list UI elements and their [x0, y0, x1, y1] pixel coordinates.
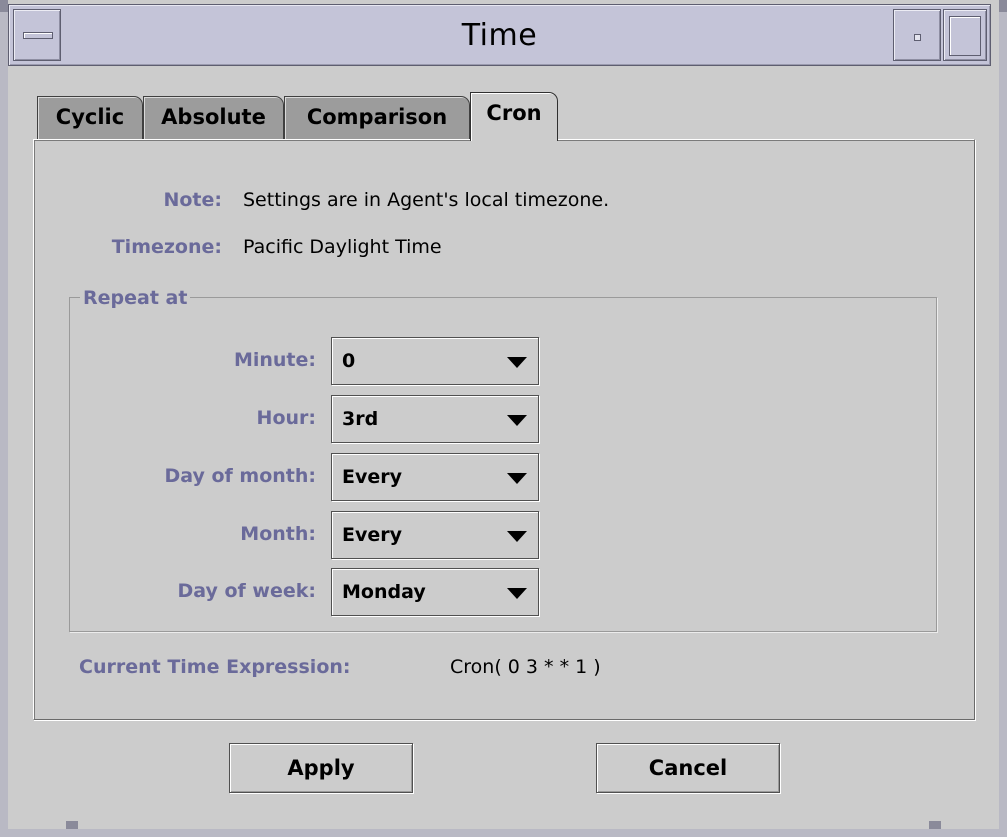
hour-dropdown[interactable]: 3rd	[331, 395, 539, 443]
hour-value: 3rd	[342, 408, 379, 430]
month-value: Every	[342, 524, 403, 546]
repeat-at-title: Repeat at	[80, 287, 191, 309]
cancel-button[interactable]: Cancel	[596, 743, 780, 793]
note-text: Settings are in Agent's local timezone.	[243, 189, 610, 211]
day-of-month-value: Every	[342, 466, 403, 488]
day-of-month-label: Day of month:	[164, 465, 316, 487]
day-of-week-label: Day of week:	[177, 580, 316, 602]
month-dropdown[interactable]: Every	[331, 511, 539, 559]
triangle-down-icon	[507, 531, 527, 542]
expression-label: Current Time Expression:	[79, 656, 351, 678]
triangle-down-icon	[507, 588, 527, 599]
timezone-label: Timezone:	[111, 236, 222, 258]
day-of-month-dropdown[interactable]: Every	[331, 453, 539, 501]
triangle-down-icon	[507, 357, 527, 368]
apply-button[interactable]: Apply	[229, 743, 413, 793]
minute-value: 0	[342, 350, 356, 372]
timezone-value: Pacific Daylight Time	[243, 236, 442, 258]
month-label: Month:	[240, 523, 316, 545]
triangle-down-icon	[507, 415, 527, 426]
minute-label: Minute:	[233, 349, 316, 371]
expression-value: Cron( 0 3 * * 1 )	[450, 656, 601, 678]
day-of-week-value: Monday	[342, 581, 426, 603]
minute-dropdown[interactable]: 0	[331, 337, 539, 385]
triangle-down-icon	[507, 473, 527, 484]
note-label: Note:	[163, 189, 222, 211]
day-of-week-dropdown[interactable]: Monday	[331, 568, 539, 616]
hour-label: Hour:	[256, 407, 316, 429]
